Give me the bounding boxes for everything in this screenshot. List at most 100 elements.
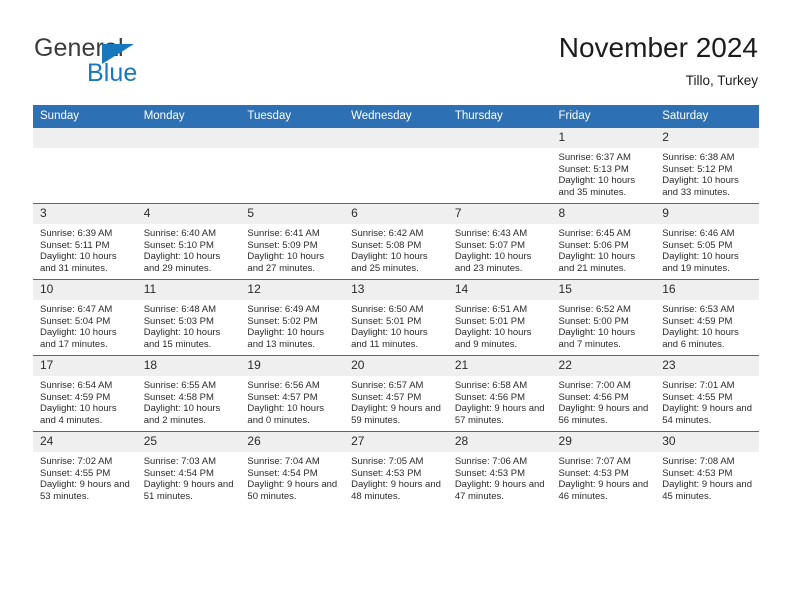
daylight-text: Daylight: 10 hours and 11 minutes. xyxy=(351,327,428,350)
day-sun-info: Sunrise: 6:50 AM Sunset: 5:01 PM Daylight:… xyxy=(344,300,448,350)
sunrise-text: Sunrise: 6:55 AM xyxy=(143,380,217,391)
daylight-text: Daylight: 10 hours and 19 minutes. xyxy=(662,251,739,274)
calendar-day-cell[interactable]: 13 Sunrise: 6:50 AM Sunset: 5:01 PM Dayligh… xyxy=(344,279,448,356)
calendar-day-cell[interactable]: 6 Sunrise: 6:42 AM Sunset: 5:08 PM Daylight… xyxy=(344,203,448,280)
day-sun-info: Sunrise: 6:40 AM Sunset: 5:10 PM Daylight:… xyxy=(137,224,241,274)
calendar-day-cell[interactable]: 11 Sunrise: 6:48 AM Sunset: 5:03 PM Dayligh… xyxy=(136,279,241,356)
daylight-text: Daylight: 9 hours and 51 minutes. xyxy=(143,479,234,502)
sunrise-text: Sunrise: 6:37 AM xyxy=(558,152,631,163)
sunset-text: Sunset: 4:57 PM xyxy=(351,391,422,403)
calendar-day-cell[interactable]: 25 Sunrise: 7:03 AM Sunset: 4:54 PM Dayligh… xyxy=(136,431,241,507)
sunset-text: Sunset: 4:59 PM xyxy=(662,315,733,327)
day-sun-info: Sunrise: 6:39 AM Sunset: 5:11 PM Daylight:… xyxy=(33,224,137,274)
calendar-day-cell[interactable]: 19 Sunrise: 6:56 AM Sunset: 4:57 PM Dayligh… xyxy=(240,355,345,432)
day-number: 24 xyxy=(33,432,137,452)
day-number: 20 xyxy=(344,356,448,376)
calendar-day-cell[interactable]: 9 Sunrise: 6:46 AM Sunset: 5:05 PM Daylight… xyxy=(655,203,759,280)
calendar-day-cell[interactable]: 16 Sunrise: 6:53 AM Sunset: 4:59 PM Dayligh… xyxy=(655,279,759,356)
sunrise-text: Sunrise: 6:56 AM xyxy=(247,380,320,391)
day-number: 13 xyxy=(344,280,448,300)
calendar-week-row: 17 Sunrise: 6:54 AM Sunset: 4:59 PM Dayligh… xyxy=(33,355,759,432)
day-sun-info: Sunrise: 6:37 AM Sunset: 5:13 PM Daylight:… xyxy=(552,148,656,198)
day-number: 28 xyxy=(447,432,552,452)
day-number: 15 xyxy=(551,280,656,300)
calendar-day-cell[interactable]: 15 Sunrise: 6:52 AM Sunset: 5:00 PM Dayligh… xyxy=(551,279,656,356)
calendar-day-cell[interactable]: 21 Sunrise: 6:58 AM Sunset: 4:56 PM Dayligh… xyxy=(447,355,552,432)
daylight-text: Daylight: 10 hours and 27 minutes. xyxy=(247,251,324,274)
sunrise-text: Sunrise: 6:53 AM xyxy=(662,304,735,315)
sunrise-text: Sunrise: 7:06 AM xyxy=(454,456,528,467)
day-sun-info: Sunrise: 6:41 AM Sunset: 5:09 PM Daylight:… xyxy=(240,224,344,274)
calendar-day-cell[interactable]: 7 Sunrise: 6:43 AM Sunset: 5:07 PM Daylight… xyxy=(447,203,552,280)
day-number xyxy=(136,128,241,148)
calendar-day-cell[interactable]: 14 Sunrise: 6:51 AM Sunset: 5:01 PM Dayligh… xyxy=(447,279,552,356)
sunset-text: Sunset: 4:55 PM xyxy=(662,391,733,403)
day-sun-info: Sunrise: 6:38 AM Sunset: 5:12 PM Daylight:… xyxy=(655,148,759,198)
calendar-day-cell[interactable]: 24 Sunrise: 7:02 AM Sunset: 4:55 PM Dayligh… xyxy=(33,431,137,507)
calendar-table: Sunday Monday Tuesday Wednesday Thursday… xyxy=(33,105,759,507)
page-subtitle: Tillo, Turkey xyxy=(685,73,758,88)
day-number: 17 xyxy=(33,356,137,376)
day-number: 27 xyxy=(344,432,448,452)
sunrise-text: Sunrise: 7:03 AM xyxy=(143,456,217,467)
sunrise-text: Sunrise: 7:02 AM xyxy=(40,456,113,467)
calendar-day-cell[interactable]: 2 Sunrise: 6:38 AM Sunset: 5:12 PM Daylight… xyxy=(655,127,759,204)
sunset-text: Sunset: 4:55 PM xyxy=(40,467,111,479)
calendar-week-row: 10 Sunrise: 6:47 AM Sunset: 5:04 PM Dayligh… xyxy=(33,279,759,356)
calendar-day-cell[interactable]: 18 Sunrise: 6:55 AM Sunset: 4:58 PM Dayligh… xyxy=(136,355,241,432)
page-title: November 2024 xyxy=(558,32,758,63)
calendar-day-cell-empty xyxy=(447,127,552,204)
calendar-day-cell[interactable]: 4 Sunrise: 6:40 AM Sunset: 5:10 PM Daylight… xyxy=(136,203,241,280)
day-number: 5 xyxy=(240,204,345,224)
sunset-text: Sunset: 5:04 PM xyxy=(40,315,111,327)
calendar-day-cell[interactable]: 22 Sunrise: 7:00 AM Sunset: 4:56 PM Dayligh… xyxy=(551,355,656,432)
day-number: 25 xyxy=(136,432,241,452)
sunrise-text: Sunrise: 6:39 AM xyxy=(40,228,113,239)
calendar-day-cell[interactable]: 5 Sunrise: 6:41 AM Sunset: 5:09 PM Daylight… xyxy=(240,203,345,280)
generalblue-logo: General Blue xyxy=(34,36,264,92)
sunset-text: Sunset: 4:56 PM xyxy=(558,391,629,403)
sunset-text: Sunset: 5:02 PM xyxy=(247,315,318,327)
sunrise-text: Sunrise: 6:50 AM xyxy=(351,304,424,315)
day-sun-info: Sunrise: 7:04 AM Sunset: 4:54 PM Daylight:… xyxy=(240,452,344,502)
day-sun-info: Sunrise: 6:48 AM Sunset: 5:03 PM Daylight:… xyxy=(137,300,241,350)
calendar-day-cell[interactable]: 8 Sunrise: 6:45 AM Sunset: 5:06 PM Daylight… xyxy=(551,203,656,280)
day-number: 21 xyxy=(447,356,552,376)
sunrise-text: Sunrise: 7:00 AM xyxy=(558,380,631,391)
calendar-day-cell[interactable]: 23 Sunrise: 7:01 AM Sunset: 4:55 PM Dayligh… xyxy=(655,355,759,432)
day-number xyxy=(447,128,552,148)
sunset-text: Sunset: 5:10 PM xyxy=(143,239,214,251)
sunrise-text: Sunrise: 6:47 AM xyxy=(40,304,113,315)
day-number: 30 xyxy=(655,432,759,452)
calendar-day-cell[interactable]: 30 Sunrise: 7:08 AM Sunset: 4:53 PM Dayligh… xyxy=(655,431,759,507)
calendar-day-cell[interactable]: 12 Sunrise: 6:49 AM Sunset: 5:02 PM Dayligh… xyxy=(240,279,345,356)
calendar-day-cell[interactable]: 29 Sunrise: 7:07 AM Sunset: 4:53 PM Dayligh… xyxy=(551,431,656,507)
sunset-text: Sunset: 4:56 PM xyxy=(454,391,526,403)
daylight-text: Daylight: 10 hours and 4 minutes. xyxy=(40,403,117,426)
sunrise-text: Sunrise: 6:54 AM xyxy=(40,380,113,391)
calendar-day-cell[interactable]: 17 Sunrise: 6:54 AM Sunset: 4:59 PM Dayligh… xyxy=(33,355,137,432)
day-sun-info: Sunrise: 7:02 AM Sunset: 4:55 PM Daylight:… xyxy=(33,452,137,502)
calendar-day-cell[interactable]: 1 Sunrise: 6:37 AM Sunset: 5:13 PM Daylight… xyxy=(551,127,656,204)
day-sun-info: Sunrise: 6:42 AM Sunset: 5:08 PM Daylight:… xyxy=(344,224,448,274)
sunrise-text: Sunrise: 6:42 AM xyxy=(351,228,424,239)
day-sun-info: Sunrise: 7:05 AM Sunset: 4:53 PM Daylight:… xyxy=(344,452,448,502)
calendar-day-cell[interactable]: 26 Sunrise: 7:04 AM Sunset: 4:54 PM Dayligh… xyxy=(240,431,345,507)
calendar-day-cell[interactable]: 10 Sunrise: 6:47 AM Sunset: 5:04 PM Dayligh… xyxy=(33,279,137,356)
daylight-text: Daylight: 9 hours and 48 minutes. xyxy=(351,479,441,502)
daylight-text: Daylight: 10 hours and 33 minutes. xyxy=(662,175,739,198)
calendar-day-cell[interactable]: 27 Sunrise: 7:05 AM Sunset: 4:53 PM Dayligh… xyxy=(344,431,448,507)
calendar-day-cell[interactable]: 3 Sunrise: 6:39 AM Sunset: 5:11 PM Daylight… xyxy=(33,203,137,280)
daylight-text: Daylight: 9 hours and 57 minutes. xyxy=(454,403,545,426)
calendar-day-cell[interactable]: 20 Sunrise: 6:57 AM Sunset: 4:57 PM Dayligh… xyxy=(344,355,448,432)
day-number: 23 xyxy=(655,356,759,376)
calendar-day-cell[interactable]: 28 Sunrise: 7:06 AM Sunset: 4:53 PM Dayligh… xyxy=(447,431,552,507)
sunset-text: Sunset: 5:01 PM xyxy=(351,315,422,327)
calendar-day-cell-empty xyxy=(344,127,448,204)
sunrise-text: Sunrise: 6:51 AM xyxy=(454,304,528,315)
sunrise-text: Sunrise: 6:38 AM xyxy=(662,152,735,163)
daylight-text: Daylight: 10 hours and 13 minutes. xyxy=(247,327,324,350)
day-number: 22 xyxy=(551,356,656,376)
day-sun-info: Sunrise: 6:49 AM Sunset: 5:02 PM Daylight:… xyxy=(240,300,344,350)
sunset-text: Sunset: 4:53 PM xyxy=(558,467,629,479)
